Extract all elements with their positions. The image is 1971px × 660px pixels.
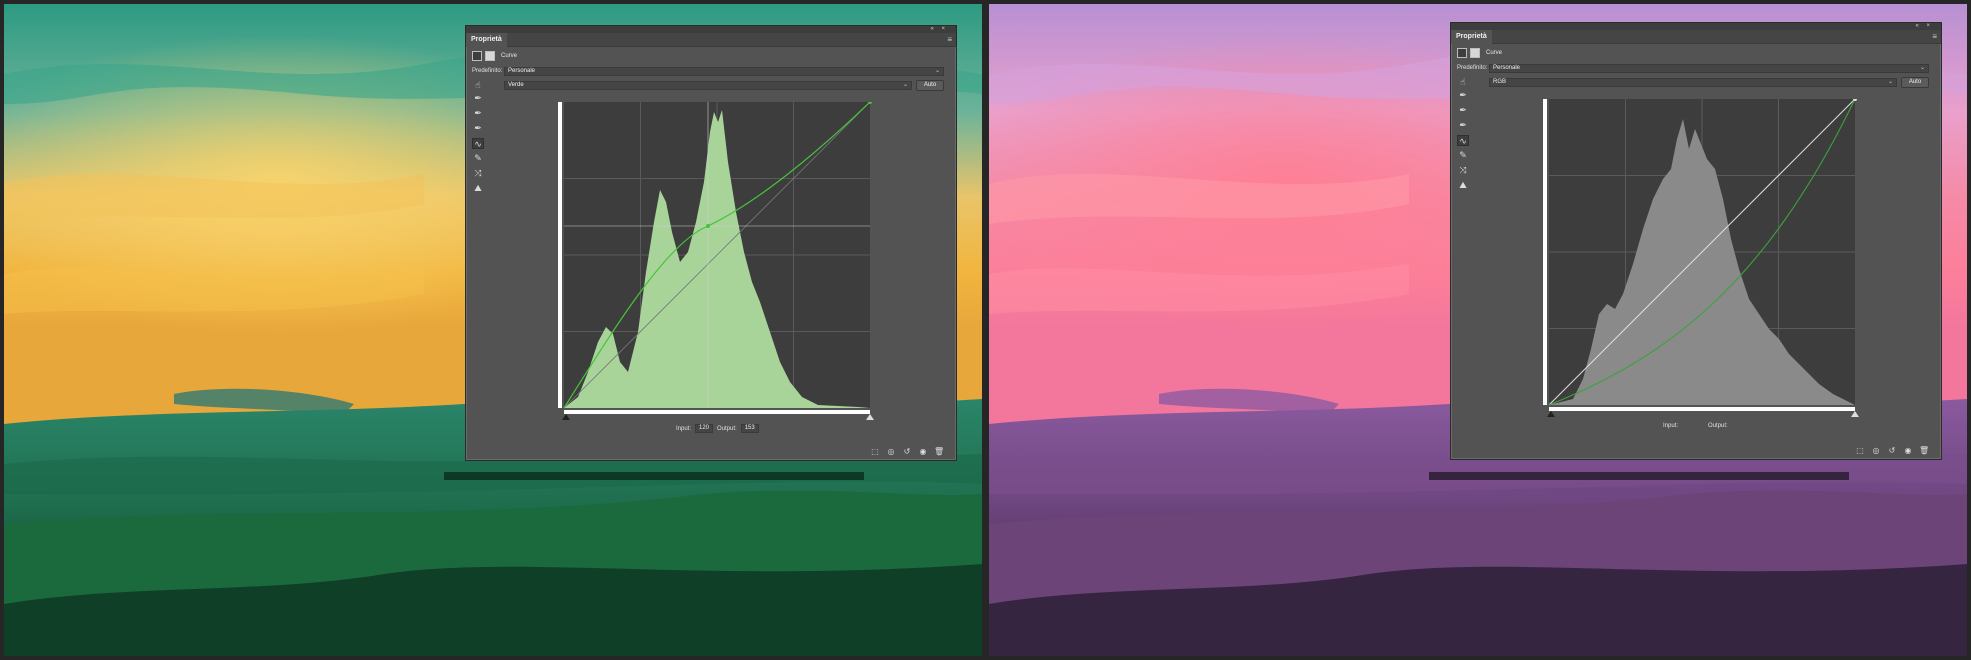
curve-points-icon[interactable]: ∿	[472, 138, 484, 149]
channel-value: RGB	[1493, 78, 1507, 85]
panel-topbar[interactable]: « ×	[1451, 23, 1941, 30]
input-gradient-bar	[1549, 407, 1855, 411]
white-point-slider[interactable]	[866, 414, 874, 420]
preset-row: Predefinito: Personale ⌄	[472, 66, 944, 76]
channel-value: Verde	[508, 81, 524, 88]
layer-mask-icon[interactable]	[485, 51, 495, 61]
input-gradient-bar	[564, 410, 870, 414]
curve-tools: ✒ ✒ ✒ ∿ ✎ ⤨ ⛰	[472, 93, 486, 194]
window-controls[interactable]: « ×	[1915, 23, 1933, 29]
panel-menu-icon[interactable]: ≡	[947, 35, 952, 44]
chevron-down-icon: ⌄	[1919, 64, 1925, 71]
preset-value: Personale	[1493, 64, 1521, 71]
chevron-down-icon: ⌄	[934, 67, 940, 74]
pencil-icon[interactable]: ✎	[1457, 150, 1469, 161]
target-adjust-icon[interactable]: ☝	[1457, 77, 1469, 88]
visibility-eye-icon[interactable]: ◉	[1903, 446, 1913, 455]
preset-value: Personale	[508, 67, 536, 74]
panel-menu-icon[interactable]: ≡	[1932, 32, 1937, 41]
panel-tab-row: Proprietà ≡	[466, 33, 956, 47]
input-field[interactable]: 120	[695, 424, 714, 433]
curves-graph-right[interactable]	[1543, 99, 1859, 417]
black-point-slider[interactable]	[1547, 411, 1555, 417]
channel-row: ☝ Verde ⌄ Auto	[472, 79, 944, 91]
visibility-eye-icon[interactable]: ◉	[918, 447, 928, 456]
white-point-eyedropper-icon[interactable]: ✒	[1457, 120, 1469, 131]
smooth-icon[interactable]: ⤨	[1457, 165, 1469, 176]
reset-icon[interactable]: ↺	[1887, 446, 1897, 455]
properties-panel-right[interactable]: « × Proprietà ≡ Curve Predefinito: Perso…	[1450, 22, 1942, 460]
trash-icon[interactable]: 🗑	[1919, 446, 1929, 455]
gray-point-eyedropper-icon[interactable]: ✒	[1457, 105, 1469, 116]
curves-adjustment-icon	[1457, 48, 1467, 58]
pencil-icon[interactable]: ✎	[472, 153, 484, 164]
chevron-down-icon: ⌄	[1887, 78, 1893, 85]
smooth-icon[interactable]: ⤨	[472, 168, 484, 179]
tab-properties[interactable]: Proprietà	[1451, 30, 1492, 44]
white-point-eyedropper-icon[interactable]: ✒	[472, 123, 484, 134]
tab-properties[interactable]: Proprietà	[466, 33, 507, 47]
output-label: Output:	[717, 425, 737, 432]
clipping-warning-icon[interactable]: ⛰	[1457, 180, 1469, 191]
black-point-eyedropper-icon[interactable]: ✒	[1457, 90, 1469, 101]
input-label: Input:	[676, 425, 692, 432]
adjustment-type-row: Curve	[472, 50, 517, 62]
curve-tools: ✒ ✒ ✒ ∿ ✎ ⤨ ⛰	[1457, 90, 1471, 191]
white-point-slider[interactable]	[1851, 411, 1859, 417]
panel-tab-row: Proprietà ≡	[1451, 30, 1941, 44]
input-output-row: Input: Output:	[1663, 423, 1728, 429]
black-point-slider[interactable]	[562, 414, 570, 420]
layer-mask-icon[interactable]	[1470, 48, 1480, 58]
clipping-warning-icon[interactable]: ⛰	[472, 183, 484, 194]
panel-bottom-bar: ⬚ ◎ ↺ ◉ 🗑	[870, 447, 944, 456]
preset-label: Predefinito:	[472, 68, 503, 74]
curve-point[interactable]	[706, 224, 710, 228]
comparison-stage: « × Proprietà ≡ Curve Predefinito: Perso…	[0, 0, 1971, 660]
clip-to-layer-icon[interactable]: ⬚	[870, 447, 880, 456]
gray-point-eyedropper-icon[interactable]: ✒	[472, 108, 484, 119]
trash-icon[interactable]: 🗑	[934, 447, 944, 456]
clip-to-layer-icon[interactable]: ⬚	[1855, 446, 1865, 455]
output-field[interactable]: 153	[740, 424, 759, 433]
adjustment-type-row: Curve	[1457, 47, 1502, 59]
window-controls[interactable]: « ×	[930, 26, 948, 32]
curves-graph-left[interactable]	[558, 102, 874, 420]
view-previous-icon[interactable]: ◎	[1871, 446, 1881, 455]
auto-button[interactable]: Auto	[916, 79, 944, 91]
output-gradient-bar	[558, 102, 562, 408]
preset-row: Predefinito: Personale ⌄	[1457, 63, 1929, 73]
chevron-down-icon: ⌄	[902, 81, 908, 88]
adjustment-type-label: Curve	[1486, 50, 1503, 56]
output-gradient-bar	[1543, 99, 1547, 405]
channel-row: ☝ RGB ⌄ Auto	[1457, 76, 1929, 88]
input-output-row: Input: 120 Output: 153	[676, 424, 759, 433]
view-previous-icon[interactable]: ◎	[886, 447, 896, 456]
panel-bottom-bar: ⬚ ◎ ↺ ◉ 🗑	[1855, 446, 1929, 455]
panel-topbar[interactable]: « ×	[466, 26, 956, 33]
channel-dropdown[interactable]: RGB ⌄	[1489, 77, 1897, 87]
properties-panel-left[interactable]: « × Proprietà ≡ Curve Predefinito: Perso…	[465, 25, 957, 461]
output-label: Output:	[1708, 423, 1728, 429]
preset-dropdown[interactable]: Personale ⌄	[504, 66, 944, 76]
auto-button[interactable]: Auto	[1901, 76, 1929, 88]
preset-label: Predefinito:	[1457, 65, 1488, 71]
target-adjust-icon[interactable]: ☝	[472, 80, 484, 91]
curves-adjustment-icon	[472, 51, 482, 61]
adjustment-type-label: Curve	[501, 53, 518, 59]
reset-icon[interactable]: ↺	[902, 447, 912, 456]
channel-dropdown[interactable]: Verde ⌄	[504, 80, 912, 90]
input-label: Input:	[1663, 423, 1679, 429]
preset-dropdown[interactable]: Personale ⌄	[1489, 63, 1929, 73]
black-point-eyedropper-icon[interactable]: ✒	[472, 93, 484, 104]
curve-points-icon[interactable]: ∿	[1457, 135, 1469, 146]
